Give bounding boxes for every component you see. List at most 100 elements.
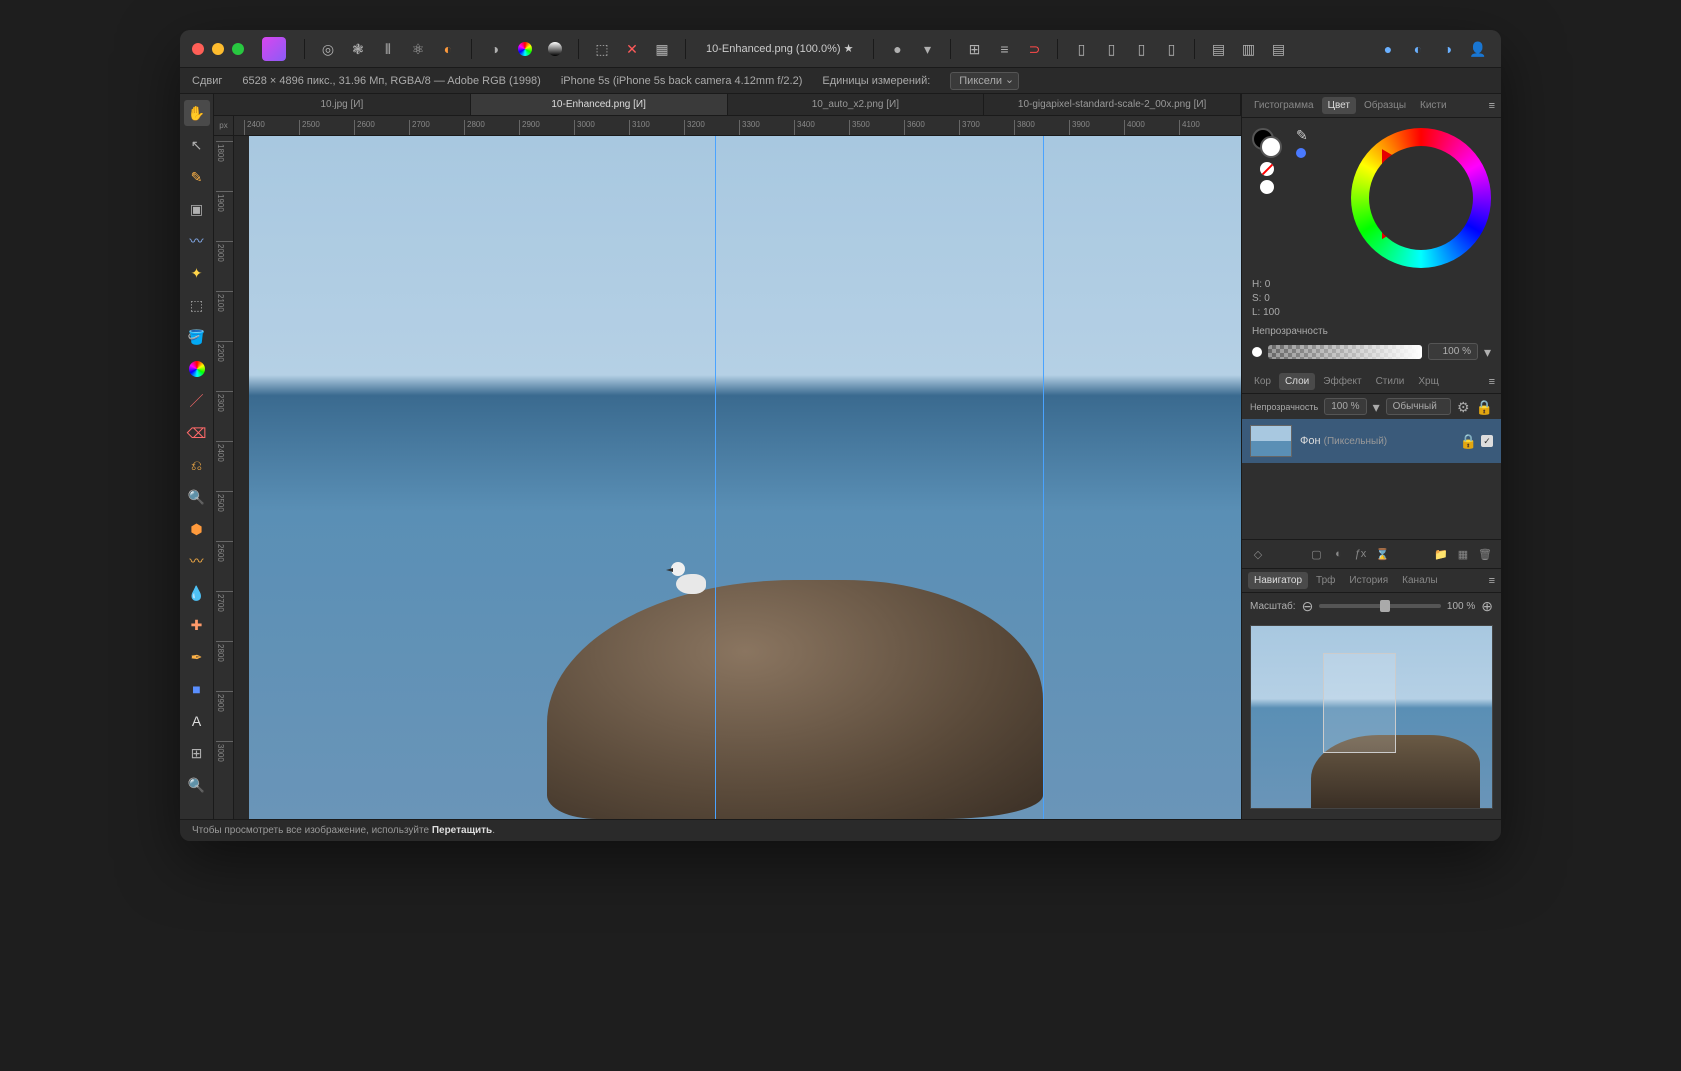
pen-tool[interactable]: ✒ — [184, 644, 210, 670]
grid-icon[interactable]: ⊞ — [963, 38, 985, 60]
live-filter-icon[interactable]: ⌛ — [1375, 546, 1391, 562]
minimize-window-button[interactable] — [212, 43, 224, 55]
color-picker-tool[interactable]: ✎ — [184, 164, 210, 190]
eyedropper-icon[interactable]: ✎ — [1296, 128, 1308, 142]
snapping-dropdown-icon[interactable]: ▾ — [916, 38, 938, 60]
ruler-horizontal[interactable]: 2400250026002700280029003000310032003300… — [234, 116, 1241, 136]
zoom-slider[interactable] — [1319, 604, 1441, 608]
color-swatch-pair[interactable] — [1252, 128, 1282, 158]
mesh-warp-tool[interactable]: ⊞ — [184, 740, 210, 766]
paint-brush-tool[interactable]: ／ — [184, 388, 210, 414]
units-select[interactable]: Пиксели — [950, 72, 1019, 90]
tab-swatches[interactable]: Образцы — [1358, 97, 1412, 114]
tab-channels[interactable]: Каналы — [1396, 572, 1444, 589]
gear-icon[interactable]: ⚙ — [1457, 400, 1470, 414]
tab-layers[interactable]: Слои — [1279, 373, 1315, 390]
tab-histogram[interactable]: Гистограмма — [1248, 97, 1320, 114]
arrange-backward-icon[interactable]: ▯ — [1100, 38, 1122, 60]
adjust-color-icon[interactable] — [514, 38, 536, 60]
color-triangle[interactable] — [1382, 149, 1460, 239]
arrange-front-icon[interactable]: ▯ — [1160, 38, 1182, 60]
snapping-icon[interactable]: ● — [886, 38, 908, 60]
tab-transform[interactable]: Трф — [1310, 572, 1341, 589]
zoom-in-icon[interactable]: ⊕ — [1481, 599, 1493, 613]
opacity-slider[interactable] — [1268, 345, 1422, 359]
close-window-button[interactable] — [192, 43, 204, 55]
inpainting-tool[interactable]: ⬢ — [184, 516, 210, 542]
rectangle-tool[interactable]: ■ — [184, 676, 210, 702]
color-chip-icon[interactable] — [1296, 148, 1306, 158]
secondary-color-swatch[interactable] — [1260, 136, 1282, 158]
healing-tool[interactable]: ✚ — [184, 612, 210, 638]
navigator-viewport-box[interactable] — [1323, 653, 1395, 753]
lock-icon[interactable]: 🔒 — [1460, 434, 1477, 448]
erase-brush-tool[interactable]: ⌫ — [184, 420, 210, 446]
canvas[interactable] — [234, 136, 1241, 819]
chevron-down-icon[interactable]: ▾ — [1373, 400, 1380, 414]
recent-color-swatch[interactable] — [1260, 180, 1274, 194]
align-center-icon[interactable]: ▥ — [1237, 38, 1259, 60]
account-icon[interactable]: 👤 — [1467, 38, 1489, 60]
align-right-icon[interactable]: ▤ — [1267, 38, 1289, 60]
arrange-back-icon[interactable]: ▯ — [1070, 38, 1092, 60]
magnet-icon[interactable]: ⊃ — [1023, 38, 1045, 60]
ruler-vertical[interactable]: 1800190020002100220023002400250026002700… — [214, 136, 234, 819]
flood-fill-tool[interactable]: 🪣 — [184, 324, 210, 350]
no-color-icon[interactable] — [1260, 162, 1274, 176]
selection-brush-tool[interactable]: 〰 — [184, 228, 210, 254]
adjust-bw-icon[interactable]: ◑ — [484, 38, 506, 60]
guide-line[interactable] — [715, 136, 716, 819]
zoom-out-icon[interactable]: ⊖ — [1302, 599, 1314, 613]
persona-tone-icon[interactable]: ⚛ — [407, 38, 429, 60]
gradient-tool[interactable] — [184, 356, 210, 382]
assist-3-icon[interactable]: ◑ — [1437, 38, 1459, 60]
adjustment-icon[interactable]: ◐ — [1331, 546, 1347, 562]
quick-mask-icon[interactable]: ▦ — [651, 38, 673, 60]
zoom-tool[interactable]: 🔍 — [184, 772, 210, 798]
tab-brushes[interactable]: Кисти — [1414, 97, 1453, 114]
persona-export-icon[interactable]: ◐ — [437, 38, 459, 60]
arrange-forward-icon[interactable]: ▯ — [1130, 38, 1152, 60]
layer-opacity-input[interactable]: 100 % — [1324, 398, 1366, 415]
lock-icon[interactable]: 🔒 — [1476, 400, 1493, 414]
assist-1-icon[interactable]: ● — [1377, 38, 1399, 60]
assist-2-icon[interactable]: ◐ — [1407, 38, 1429, 60]
text-tool[interactable]: A — [184, 708, 210, 734]
document-tab[interactable]: 10-gigapixel-standard-scale-2_00x.png [И… — [984, 94, 1241, 115]
blur-tool[interactable]: 💧 — [184, 580, 210, 606]
zoom-value[interactable]: 100 % — [1447, 601, 1475, 612]
opacity-input[interactable]: 100 % — [1428, 343, 1478, 360]
maximize-window-button[interactable] — [232, 43, 244, 55]
layer-visible-checkbox[interactable]: ✓ — [1481, 435, 1493, 447]
layer-blend-icon[interactable]: ◇ — [1250, 546, 1266, 562]
crop-tool[interactable]: ▣ — [184, 196, 210, 222]
panel-menu-icon[interactable]: ≡ — [1489, 575, 1495, 587]
fx-icon[interactable]: ƒx — [1353, 546, 1369, 562]
trash-icon[interactable]: 🗑 — [1477, 546, 1493, 562]
view-tool[interactable]: ✋ — [184, 100, 210, 126]
selection-marquee-icon[interactable]: ⬚ — [591, 38, 613, 60]
panel-menu-icon[interactable]: ≡ — [1489, 100, 1495, 112]
persona-photo-icon[interactable]: ◎ — [317, 38, 339, 60]
layer-item[interactable]: Фон (Пиксельный) 🔒 ✓ — [1242, 419, 1501, 463]
tab-effects[interactable]: Эффект — [1317, 373, 1367, 390]
guide-line[interactable] — [1043, 136, 1044, 819]
persona-develop-icon[interactable]: ⫴ — [377, 38, 399, 60]
tab-adjustments[interactable]: Кор — [1248, 373, 1277, 390]
smudge-tool[interactable]: 〰 — [184, 548, 210, 574]
tab-color[interactable]: Цвет — [1322, 97, 1356, 114]
opacity-dropdown-icon[interactable]: ▾ — [1484, 345, 1491, 359]
add-layer-icon[interactable]: ▦ — [1455, 546, 1471, 562]
panel-menu-icon[interactable]: ≡ — [1489, 376, 1495, 388]
tab-styles[interactable]: Стили — [1370, 373, 1411, 390]
dodge-tool[interactable]: 🔍 — [184, 484, 210, 510]
persona-liquify-icon[interactable]: ❃ — [347, 38, 369, 60]
selection-refine-icon[interactable]: ✕ — [621, 38, 643, 60]
guides-icon[interactable]: ≡ — [993, 38, 1015, 60]
document-tab[interactable]: 10.jpg [И] — [214, 94, 471, 115]
tab-history[interactable]: История — [1343, 572, 1394, 589]
align-left-icon[interactable]: ▤ — [1207, 38, 1229, 60]
mask-icon[interactable]: ▢ — [1309, 546, 1325, 562]
navigator-preview[interactable] — [1250, 625, 1493, 809]
document-tab[interactable]: 10-Enhanced.png [И] — [471, 94, 728, 115]
